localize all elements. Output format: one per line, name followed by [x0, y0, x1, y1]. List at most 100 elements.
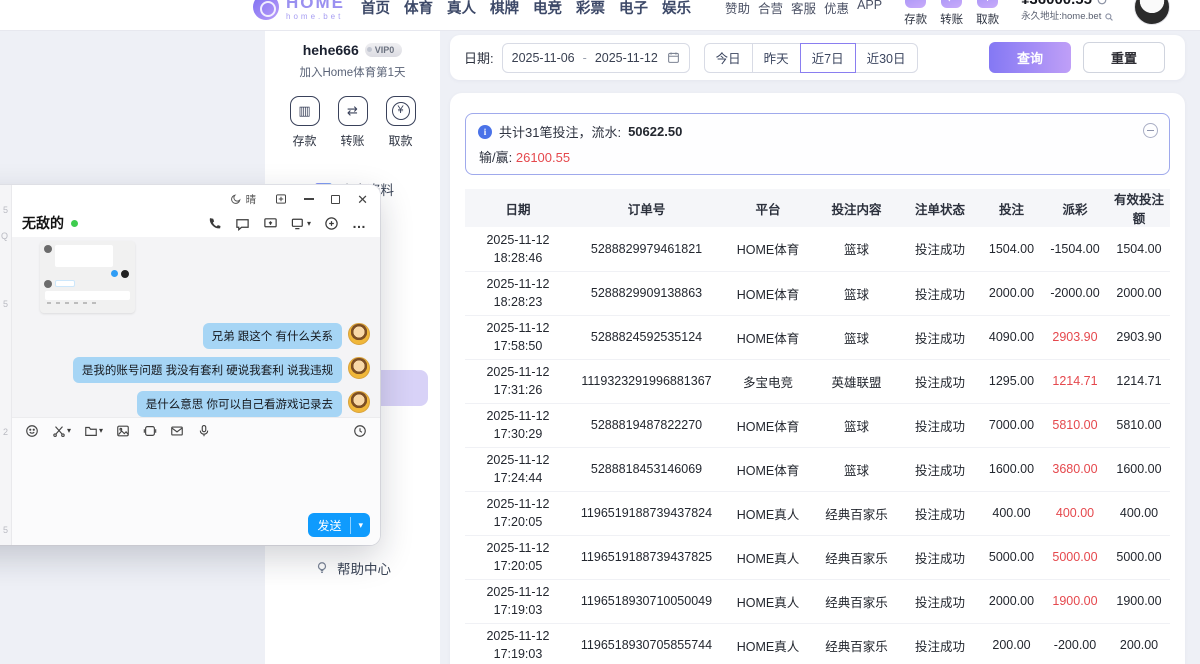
- message-bubble[interactable]: 兄弟 跟这个 有什么关系: [203, 323, 342, 349]
- nav-link[interactable]: 真人: [447, 0, 476, 18]
- minimize-button[interactable]: [304, 198, 314, 200]
- message-bubble[interactable]: 是什么意思 你可以自己看游戏记录去: [137, 391, 342, 417]
- layout-icon[interactable]: [275, 193, 287, 205]
- online-status-dot: [71, 220, 78, 227]
- cell-content: 篮球: [814, 315, 899, 359]
- cell-order: 1196518930710050049: [571, 579, 722, 623]
- table-row[interactable]: 2025-11-1218:28:46 5288829979461821 HOME…: [465, 227, 1170, 271]
- logo-icon: [253, 0, 279, 20]
- cell-order: 1196519188739437825: [571, 535, 722, 579]
- navbar-wallet-action[interactable]: 取款: [976, 0, 999, 27]
- query-button[interactable]: 查询: [989, 42, 1071, 73]
- nav-link[interactable]: 娱乐: [662, 0, 691, 18]
- table-row[interactable]: 2025-11-1218:28:23 5288829909138863 HOME…: [465, 271, 1170, 315]
- secondary-link[interactable]: 客服: [791, 0, 816, 17]
- sidebar-quick-action[interactable]: 取款: [386, 96, 416, 149]
- video-call-icon[interactable]: [235, 216, 250, 231]
- permanent-address: 永久地址:home.bet: [1021, 12, 1101, 22]
- message-bubble[interactable]: 是我的账号问题 我没有套利 硬说我套利 说我违规: [73, 357, 342, 383]
- nav-link[interactable]: 电竞: [533, 0, 562, 18]
- image-icon[interactable]: [116, 424, 130, 438]
- send-options-caret[interactable]: ▾: [351, 520, 370, 531]
- search-icon[interactable]: [1104, 12, 1114, 22]
- cell-status: 投注成功: [899, 227, 981, 271]
- add-icon[interactable]: [324, 216, 339, 231]
- nav-link[interactable]: 电子: [619, 0, 648, 18]
- table-row[interactable]: 2025-11-1217:20:05 1196519188739437825 H…: [465, 535, 1170, 579]
- message-input[interactable]: [12, 443, 380, 505]
- remote-desktop-icon[interactable]: ▾: [291, 216, 311, 231]
- nav-link[interactable]: 彩票: [576, 0, 605, 18]
- refresh-icon[interactable]: [1096, 0, 1108, 6]
- cell-status: 投注成功: [899, 315, 981, 359]
- secondary-link[interactable]: APP: [857, 0, 882, 17]
- cell-payout: -1504.00: [1042, 227, 1108, 271]
- sidebar-quick-action[interactable]: 转账: [338, 96, 368, 149]
- range-button[interactable]: 近7日: [800, 43, 856, 73]
- nav-link[interactable]: 棋牌: [490, 0, 519, 18]
- emoji-icon[interactable]: [25, 424, 39, 438]
- close-button[interactable]: ✕: [357, 193, 368, 206]
- cell-date: 2025-11-1217:58:50: [465, 315, 571, 359]
- date-range-input[interactable]: 2025-11-06 - 2025-11-12: [502, 43, 690, 73]
- table-row[interactable]: 2025-11-1217:24:44 5288818453146069 HOME…: [465, 447, 1170, 491]
- cell-order: 5288829979461821: [571, 227, 722, 271]
- screen-share-icon[interactable]: [263, 216, 278, 231]
- nav-link[interactable]: 首页: [361, 0, 390, 18]
- range-button[interactable]: 近30日: [855, 43, 918, 73]
- calendar-icon: [667, 51, 680, 64]
- vip-badge: VIP0: [365, 43, 403, 57]
- sender-avatar: [348, 323, 370, 345]
- table-row[interactable]: 2025-11-1217:30:29 5288819487822270 HOME…: [465, 403, 1170, 447]
- mic-icon[interactable]: [197, 424, 211, 438]
- date-start: 2025-11-06: [512, 51, 575, 65]
- more-icon[interactable]: …: [352, 215, 366, 231]
- send-button[interactable]: 发送 ▾: [308, 513, 370, 537]
- screen-record-icon[interactable]: [143, 424, 157, 438]
- cell-valid: 1600.00: [1108, 447, 1170, 491]
- date-label: 日期:: [464, 48, 494, 67]
- table-header-cell: 注单状态: [899, 189, 981, 227]
- cell-content: 篮球: [814, 227, 899, 271]
- sidebar-quick-action[interactable]: 存款: [290, 96, 320, 149]
- cell-platform: 多宝电竞: [722, 359, 814, 403]
- cell-bet: 1600.00: [981, 447, 1042, 491]
- cell-valid: 1214.71: [1108, 359, 1170, 403]
- cell-platform: HOME体育: [722, 271, 814, 315]
- info-icon: [478, 125, 492, 139]
- range-button[interactable]: 今日: [704, 43, 753, 73]
- cell-bet: 400.00: [981, 491, 1042, 535]
- sidebar-item-help[interactable]: 帮助中心: [315, 558, 391, 578]
- envelope-icon[interactable]: [170, 424, 184, 438]
- voice-call-icon[interactable]: [207, 216, 222, 231]
- attachment-image[interactable]: [40, 241, 135, 313]
- logo-name: HOME: [286, 0, 345, 11]
- table-row[interactable]: 2025-11-1217:19:03 1196518930705855744 H…: [465, 623, 1170, 664]
- table-row[interactable]: 2025-11-1217:20:05 1196519188739437824 H…: [465, 491, 1170, 535]
- table-row[interactable]: 2025-11-1217:31:26 1119323291996881367 多…: [465, 359, 1170, 403]
- secondary-link[interactable]: 合营: [758, 0, 783, 17]
- navbar-wallet-action[interactable]: 存款: [904, 0, 927, 27]
- navbar-wallet-action[interactable]: 转账: [940, 0, 963, 27]
- table-row[interactable]: 2025-11-1217:58:50 5288824592535124 HOME…: [465, 315, 1170, 359]
- reset-button[interactable]: 重置: [1083, 42, 1165, 73]
- table-row[interactable]: 2025-11-1217:19:03 1196518930710050049 H…: [465, 579, 1170, 623]
- history-icon[interactable]: [353, 424, 367, 438]
- sidebar-quick-actions: 存款 转账 取款: [265, 96, 440, 149]
- cell-payout: 400.00: [1042, 491, 1108, 535]
- folder-icon[interactable]: ▾: [84, 424, 103, 438]
- balance-amount: ¥36000.55: [1021, 0, 1092, 9]
- collapse-icon[interactable]: [1143, 123, 1158, 138]
- cell-content: 经典百家乐: [814, 535, 899, 579]
- nav-link[interactable]: 体育: [404, 0, 433, 18]
- scissors-icon[interactable]: ▾: [52, 424, 71, 438]
- site-logo[interactable]: HOME home.bet: [253, 0, 345, 21]
- range-button[interactable]: 昨天: [752, 43, 801, 73]
- maximize-button[interactable]: [331, 195, 340, 204]
- cell-bet: 1504.00: [981, 227, 1042, 271]
- chat-contact-name: 无敌的: [22, 213, 64, 233]
- secondary-link[interactable]: 赞助: [725, 0, 750, 17]
- cell-content: 经典百家乐: [814, 491, 899, 535]
- secondary-link[interactable]: 优惠: [824, 0, 849, 17]
- user-avatar[interactable]: [1134, 0, 1170, 25]
